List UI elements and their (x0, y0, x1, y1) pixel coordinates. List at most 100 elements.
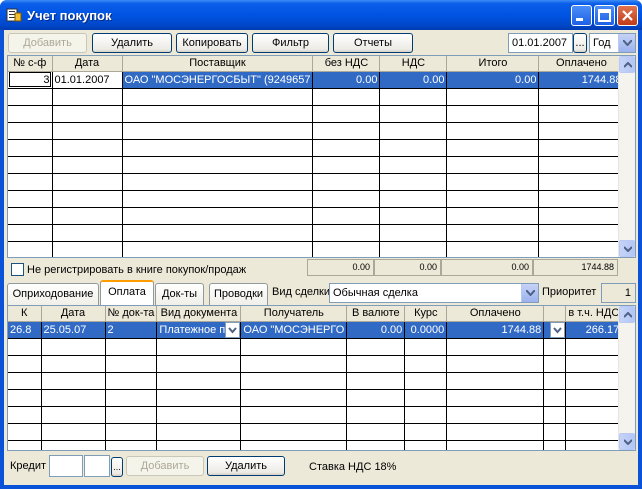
payment-cell[interactable] (446, 406, 545, 424)
invoice-cell[interactable] (446, 88, 540, 106)
payment-cell[interactable] (105, 406, 158, 424)
invoice-cell[interactable]: 3 (8, 71, 53, 89)
invoice-cell[interactable] (122, 207, 314, 225)
payment-cell[interactable] (8, 338, 42, 356)
payment-cell[interactable] (565, 440, 623, 450)
invoice-cell[interactable] (538, 156, 625, 174)
invoices-grid[interactable]: № с-ф Дата Поставщик без НДС НДС Итого Оплачен… (7, 55, 636, 258)
payment-row[interactable] (8, 389, 623, 407)
priority-field[interactable]: 1 (601, 283, 636, 303)
invoice-cell[interactable] (379, 207, 448, 225)
invoice-cell[interactable] (122, 156, 314, 174)
invoice-cell[interactable] (8, 224, 53, 242)
invoice-cell[interactable] (538, 207, 625, 225)
payment-cell[interactable] (8, 423, 42, 441)
payment-cell[interactable] (105, 440, 158, 450)
invoice-cell[interactable] (122, 173, 314, 191)
invoice-cell[interactable] (312, 139, 381, 157)
payment-cell[interactable] (346, 406, 406, 424)
payment-add-button[interactable]: Добавить (126, 456, 204, 476)
payment-cell[interactable] (240, 389, 348, 407)
payment-cell[interactable] (543, 355, 567, 373)
credit-select-button[interactable]: ... (111, 457, 123, 477)
invoice-cell[interactable] (122, 224, 314, 242)
payment-cell[interactable] (8, 406, 42, 424)
payment-cell[interactable] (105, 423, 158, 441)
payment-row[interactable] (8, 338, 623, 356)
invoice-row[interactable] (8, 173, 625, 191)
invoice-cell[interactable] (52, 224, 123, 242)
invoice-cell[interactable] (312, 122, 381, 140)
invoice-cell[interactable] (312, 207, 381, 225)
payment-row[interactable] (8, 406, 623, 424)
invoice-cell[interactable] (52, 241, 123, 257)
payment-cell[interactable]: 25.05.07 (41, 321, 106, 339)
tab-payment[interactable]: Оплата (100, 280, 154, 305)
payment-cell[interactable] (240, 423, 348, 441)
tab-postings[interactable]: Проводки (209, 283, 268, 305)
invoice-cell[interactable] (446, 173, 540, 191)
invoice-cell[interactable] (52, 105, 123, 123)
invoice-cell[interactable] (122, 241, 314, 257)
payment-cell[interactable] (543, 440, 567, 450)
payment-cell[interactable] (446, 338, 545, 356)
payment-cell[interactable] (446, 440, 545, 450)
tab-documents[interactable]: Док-ты (155, 283, 204, 305)
payment-cell[interactable]: 2 (105, 321, 158, 339)
invoice-header-6[interactable]: Оплачено (538, 56, 625, 72)
invoice-cell[interactable] (538, 241, 625, 257)
invoice-cell[interactable] (312, 173, 381, 191)
payment-row[interactable] (8, 372, 623, 390)
invoice-cell[interactable] (379, 88, 448, 106)
scroll-up-button[interactable] (619, 56, 635, 73)
payment-cell[interactable] (8, 389, 42, 407)
payment-row[interactable] (8, 440, 623, 450)
cell-dropdown-button[interactable] (550, 321, 565, 337)
payment-cell[interactable] (346, 372, 406, 390)
payment-cell[interactable] (543, 321, 567, 339)
invoice-cell[interactable] (52, 173, 123, 191)
invoice-cell[interactable] (122, 139, 314, 157)
invoice-cell[interactable]: 1744.88 (538, 71, 625, 89)
payment-cell[interactable] (446, 389, 545, 407)
invoice-cell[interactable] (8, 207, 53, 225)
invoice-cell[interactable] (446, 139, 540, 157)
payment-cell[interactable] (404, 406, 448, 424)
invoice-row[interactable] (8, 88, 625, 106)
title-bar[interactable]: Учет покупок (0, 0, 642, 30)
payment-cell[interactable] (8, 372, 42, 390)
invoice-cell[interactable] (52, 156, 123, 174)
payments-grid[interactable]: К Дата № док-та Вид документа Получатель В ва… (7, 305, 636, 451)
maximize-button[interactable] (594, 5, 615, 26)
payment-cell[interactable] (41, 372, 106, 390)
payment-header-9[interactable]: в т.ч. НДС (565, 306, 623, 322)
cell-dropdown-button[interactable] (225, 321, 240, 337)
payment-cell[interactable] (41, 440, 106, 450)
payment-row[interactable] (8, 423, 623, 441)
payment-cell[interactable] (404, 389, 448, 407)
payment-cell[interactable] (156, 389, 242, 407)
payment-cell[interactable] (404, 440, 448, 450)
payment-cell[interactable] (156, 372, 242, 390)
payment-cell[interactable] (543, 389, 567, 407)
invoice-cell[interactable] (8, 139, 53, 157)
reports-button[interactable]: Отчеты (333, 33, 413, 53)
invoice-cell[interactable] (446, 122, 540, 140)
payment-header-1[interactable]: Дата (41, 306, 106, 322)
invoice-cell[interactable] (538, 139, 625, 157)
date-picker-button[interactable]: ... (573, 33, 587, 53)
no-register-checkbox[interactable] (11, 263, 24, 276)
invoices-scrollbar[interactable] (618, 56, 635, 257)
date-input[interactable]: 01.01.2007 (508, 33, 573, 53)
invoice-header-5[interactable]: Итого (446, 56, 540, 72)
invoice-cell[interactable] (538, 190, 625, 208)
payment-cell[interactable] (543, 406, 567, 424)
payment-cell[interactable] (41, 389, 106, 407)
payment-cell[interactable] (404, 355, 448, 373)
invoice-row[interactable] (8, 207, 625, 225)
payment-cell[interactable] (543, 372, 567, 390)
payment-cell[interactable]: 0.00 (346, 321, 406, 339)
payment-header-5[interactable]: В валюте (346, 306, 406, 322)
payment-cell[interactable]: ОАО "МОСЭНЕРГО (240, 321, 348, 339)
invoice-cell[interactable] (312, 105, 381, 123)
